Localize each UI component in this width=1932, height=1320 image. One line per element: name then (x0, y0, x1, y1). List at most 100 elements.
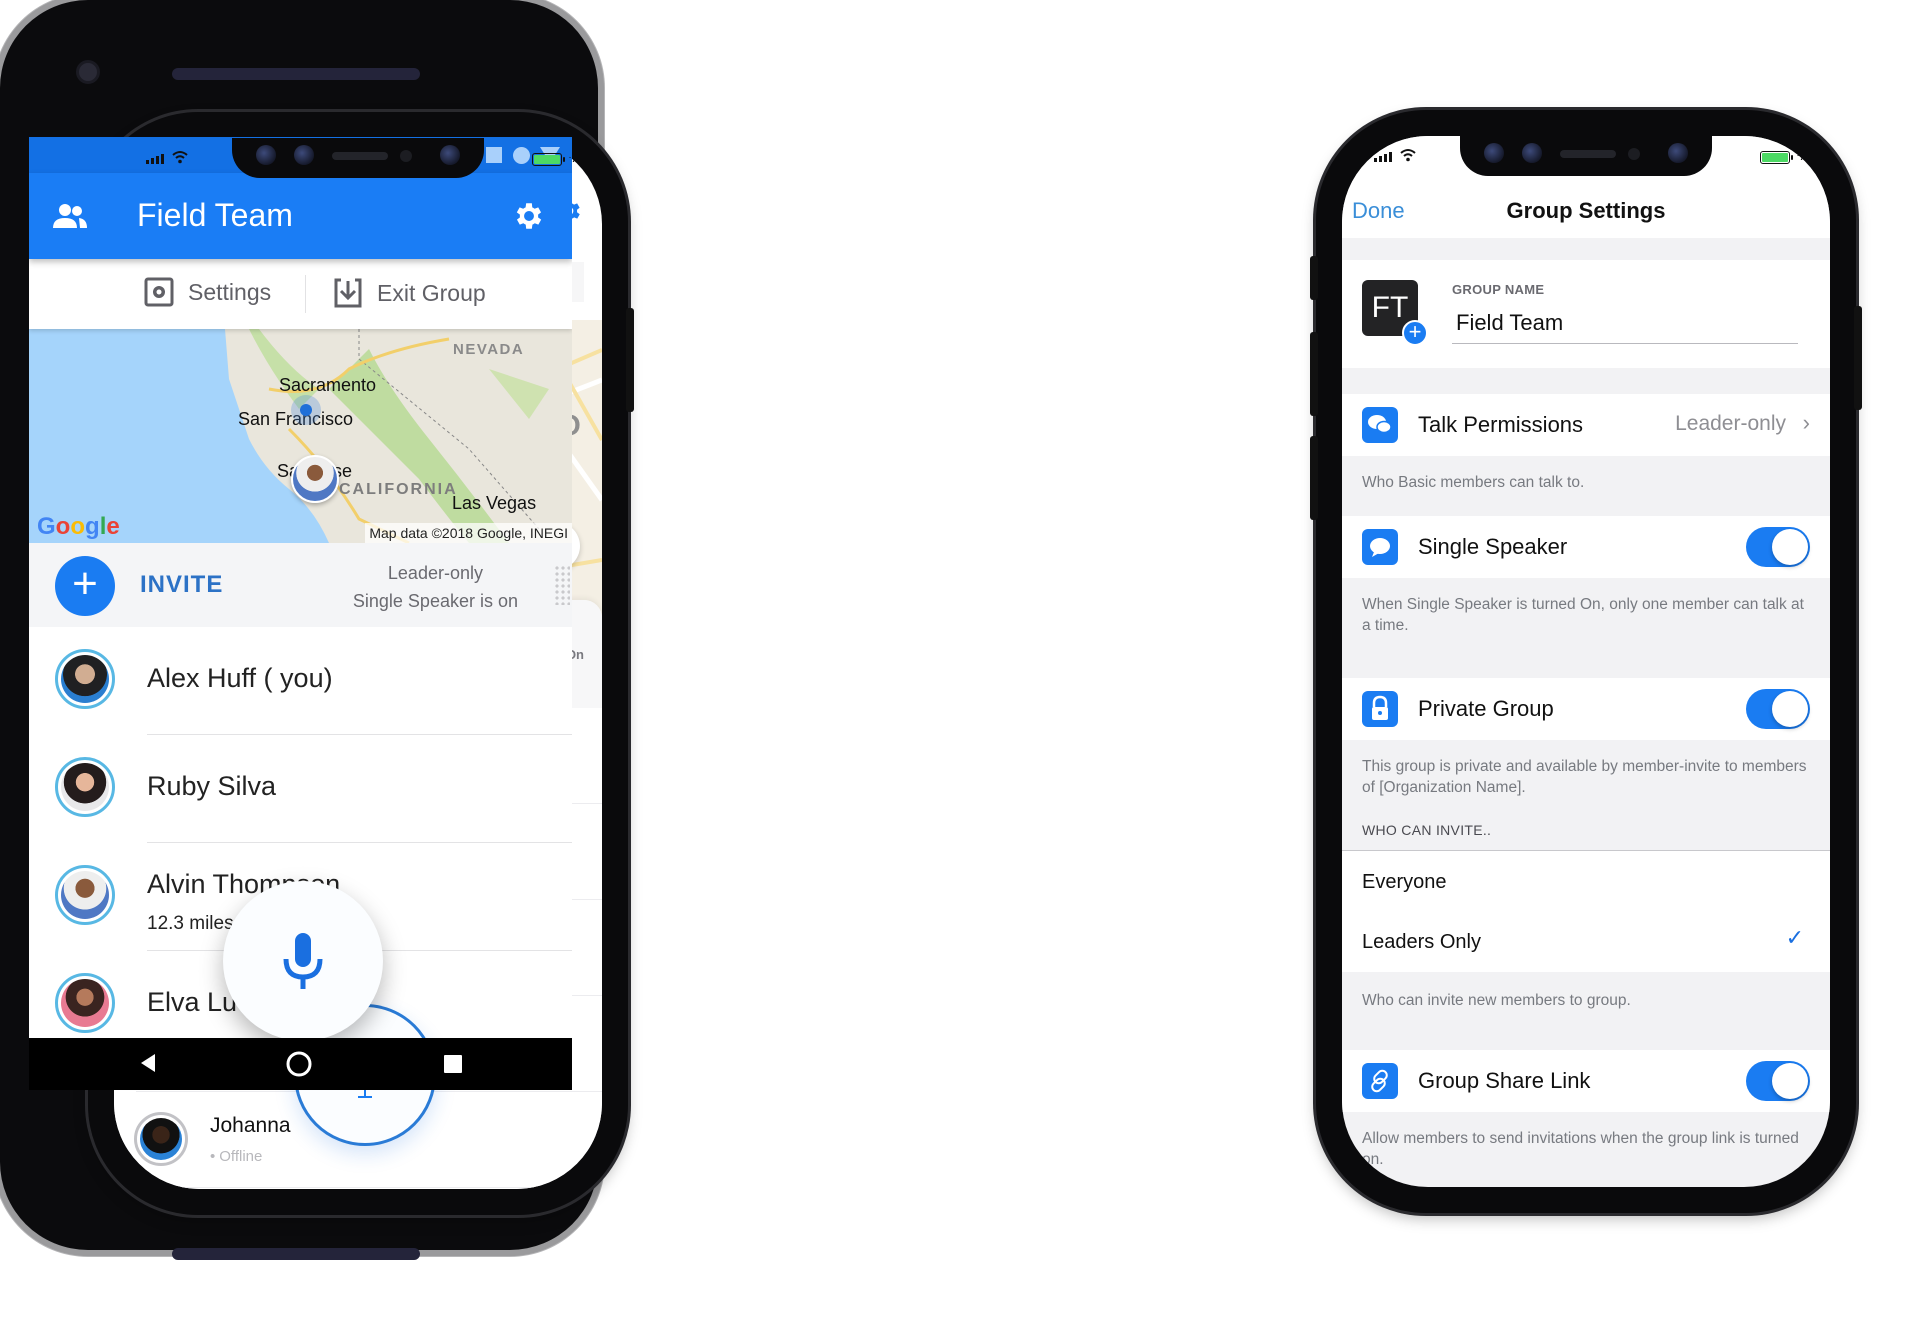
section-header: WHO CAN INVITE.. (1362, 822, 1492, 838)
invite-add-button[interactable]: + (55, 556, 115, 616)
link-icon (1362, 1063, 1398, 1099)
map-label: Sacramento (279, 375, 377, 395)
speaker-mode-text: Single Speaker is on (352, 591, 518, 611)
talk-permissions-row[interactable]: Talk Permissions Leader-only › (1342, 394, 1830, 456)
settings-box-icon (144, 277, 174, 307)
map-label: Las Vegas (452, 493, 537, 513)
screen: ϟ Done Group Settings FT + GROUP NAME Fi… (1342, 136, 1830, 1187)
settings-tab[interactable]: Settings (144, 277, 271, 307)
map-view[interactable]: NEVADA Sacramento San Francisco San Jose… (29, 329, 572, 543)
tab-label: Exit Group (377, 279, 486, 306)
checkmark-icon: ✓ (1785, 925, 1804, 950)
recents-square-icon[interactable] (443, 1054, 463, 1074)
talk-mode-text: Leader-only (387, 563, 483, 583)
front-camera (76, 60, 100, 84)
avatar-initials: FT (1371, 291, 1409, 324)
map-attribution: Map data ©2018 Google, INEGI (365, 523, 572, 543)
private-group-toggle[interactable] (1746, 689, 1810, 729)
single-speaker-toggle[interactable] (1746, 527, 1810, 567)
group-name-value: Field Team (1456, 310, 1564, 335)
footnote: Allow members to send invitations when t… (1362, 1130, 1799, 1168)
invite-options-group: Everyone Leaders Only ✓ (1342, 850, 1830, 972)
member-row[interactable]: Ruby Silva (29, 735, 572, 843)
setting-value: Leader-only (1675, 412, 1786, 435)
map-label: NEVADA (453, 341, 525, 358)
drag-grip-icon[interactable] (554, 565, 570, 605)
silent-switch (1310, 256, 1318, 300)
action-tabs: Settings Exit Group (29, 259, 572, 329)
group-avatar[interactable]: FT + (1362, 280, 1428, 346)
group-name-input[interactable]: Field Team (1452, 304, 1798, 344)
footnote: When Single Speaker is turned On, only o… (1362, 596, 1804, 634)
invite-button[interactable]: INVITE (140, 571, 223, 599)
signal-icon (1374, 151, 1392, 165)
member-status: Offline (210, 1148, 262, 1165)
invite-option-leaders-only[interactable]: Leaders Only ✓ (1342, 911, 1830, 973)
tab-label: Settings (188, 278, 272, 305)
add-photo-icon[interactable]: + (1402, 320, 1428, 346)
private-group-row: Private Group (1342, 678, 1830, 740)
member-row[interactable]: Christina Potter (114, 1188, 602, 1189)
android-phone-group-view: Field Team Settings Exit Group NEVADA Sa… (0, 0, 598, 1260)
notch (1460, 136, 1712, 176)
avatar (55, 649, 115, 709)
notch (232, 138, 484, 178)
bottom-speaker (172, 1248, 420, 1260)
chat-bubble-icon (1362, 529, 1398, 565)
avatar (134, 1112, 188, 1166)
avatar (55, 865, 115, 925)
footnote: Who can invite new members to group. (1362, 992, 1631, 1009)
setting-label: Private Group (1418, 696, 1554, 721)
group-name-label: GROUP NAME (1452, 282, 1545, 297)
group-mode-summary: Leader-only Single Speaker is on (353, 559, 518, 615)
exit-download-icon (334, 278, 362, 308)
group-share-link-toggle[interactable] (1746, 1061, 1810, 1101)
ios-phone-group-settings: ϟ Done Group Settings FT + GROUP NAME Fi… (1310, 110, 1862, 1213)
member-name: Alex Huff ( you) (147, 663, 333, 693)
power-button (626, 308, 634, 412)
battery-icon (1760, 151, 1793, 164)
home-circle-icon[interactable] (285, 1050, 313, 1078)
option-label: Everyone (1362, 871, 1447, 893)
exit-group-tab[interactable]: Exit Group (333, 277, 486, 309)
member-name: Johanna (210, 1114, 291, 1137)
gear-icon[interactable] (512, 199, 546, 233)
nav-bar: Done Group Settings (1342, 180, 1830, 238)
invite-bar: + INVITE Leader-only Single Speaker is o… (29, 543, 572, 627)
page-title: Group Settings (1506, 198, 1666, 223)
volume-up-button (1310, 332, 1318, 416)
option-label: Leaders Only (1362, 931, 1481, 953)
page-title: Field Team (137, 197, 293, 233)
invite-option-everyone[interactable]: Everyone (1342, 851, 1830, 911)
lock-icon (1362, 691, 1398, 727)
charging-icon: ϟ (569, 150, 576, 165)
footnote: This group is private and available by m… (1362, 758, 1807, 796)
charging-icon: ϟ (1797, 148, 1804, 163)
avatar (55, 757, 115, 817)
avatar (55, 973, 115, 1033)
battery-icon (532, 153, 565, 166)
microphone-icon (283, 933, 323, 989)
volume-down-button (1310, 436, 1318, 520)
android-nav-bar (29, 1038, 572, 1090)
app-bar: Field Team (29, 173, 572, 259)
member-row[interactable]: Alex Huff ( you) (29, 627, 572, 735)
single-speaker-row: Single Speaker (1342, 516, 1830, 578)
wifi-icon (172, 151, 188, 164)
chevron-right-icon: › (1802, 410, 1810, 435)
setting-label: Group Share Link (1418, 1068, 1591, 1093)
group-name-cell: FT + GROUP NAME Field Team (1342, 260, 1830, 368)
footnote: Who Basic members can talk to. (1362, 474, 1585, 491)
screen: Field Team Settings Exit Group NEVADA Sa… (29, 137, 572, 1090)
group-share-link-row: Group Share Link (1342, 1050, 1830, 1112)
chat-bubbles-icon (1362, 407, 1398, 443)
power-button (1854, 306, 1862, 410)
back-triangle-icon[interactable] (139, 1052, 157, 1074)
member-pin[interactable] (291, 455, 339, 503)
map-label: CALIFORNIA (339, 481, 458, 498)
google-logo: Google (37, 513, 120, 540)
people-icon[interactable] (53, 203, 87, 229)
my-location-dot (291, 395, 321, 425)
push-to-talk-button[interactable] (223, 881, 383, 1041)
earpiece (172, 68, 420, 80)
